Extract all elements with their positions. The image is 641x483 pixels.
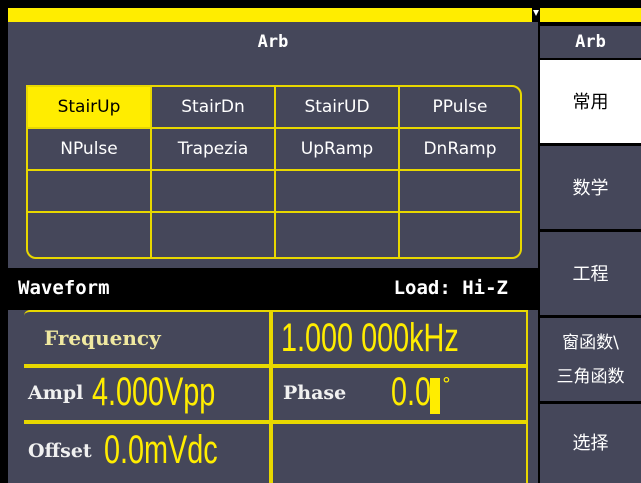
waveform-cell (276, 171, 400, 213)
waveform-cell[interactable]: StairDn (152, 87, 276, 129)
menu-window-label: 窗函数\ (562, 333, 619, 353)
waveform-table: StairUp StairDn StairUD PPulse NPulse Trapezi… (26, 85, 522, 259)
phase-value: 0.0 (391, 370, 432, 414)
waveform-cell[interactable]: NPulse (28, 129, 152, 171)
amplitude-value: 4.000Vpp (92, 370, 216, 414)
frequency-value-cell[interactable]: 1.000 000kHz (271, 310, 528, 366)
top-yellow-bar-right (540, 8, 641, 22)
menu-engineering-label: 工程 (572, 264, 609, 285)
menu-common-button[interactable]: 常用 (540, 60, 641, 146)
empty-param-cell (271, 422, 528, 483)
top-yellow-bar (8, 8, 532, 22)
page-title: Arb (8, 27, 538, 59)
menu-engineering-button[interactable]: 工程 (540, 232, 641, 318)
menu-title: Arb (540, 26, 641, 60)
offset-value: 0.0mVdc (104, 428, 218, 472)
waveform-cell (400, 171, 520, 213)
waveform-cell[interactable]: PPulse (400, 87, 520, 129)
offset-label: Offset (28, 440, 92, 462)
waveform-cell[interactable]: StairUp (28, 87, 152, 129)
waveform-cell[interactable]: DnRamp (400, 129, 520, 171)
amplitude-cell[interactable]: Ampl 4.000Vpp (24, 366, 271, 422)
waveform-cell (400, 213, 520, 257)
waveform-cell (152, 213, 276, 257)
frequency-value: 1.000 000kHz (281, 316, 459, 360)
waveform-cell (276, 213, 400, 257)
waveform-cell (28, 213, 152, 257)
menu-math-label: 数学 (572, 178, 609, 199)
phase-cell[interactable]: Phase 0.0 ° (271, 366, 528, 422)
menu-common-label: 常用 (572, 92, 609, 113)
menu-trig-label: 三角函数 (556, 367, 625, 387)
frequency-cell[interactable]: Frequency (24, 310, 271, 366)
status-bar: Waveform Load: Hi-Z (8, 268, 538, 310)
waveform-label: Waveform (18, 277, 110, 299)
waveform-cell (28, 171, 152, 213)
frequency-label: Frequency (44, 326, 161, 350)
offset-cell[interactable]: Offset 0.0mVdc (24, 422, 271, 483)
menu-math-button[interactable]: 数学 (540, 146, 641, 232)
amplitude-label: Ampl (28, 382, 84, 404)
menu-window-trig-button[interactable]: 窗函数\ 三角函数 (540, 318, 641, 404)
phase-unit: ° (441, 374, 452, 395)
trigger-marker-icon (533, 10, 539, 16)
waveform-cell[interactable]: StairUD (276, 87, 400, 129)
waveform-cell[interactable]: UpRamp (276, 129, 400, 171)
menu-select-button[interactable]: 选择 (540, 404, 641, 483)
phase-label: Phase (283, 382, 347, 404)
menu-select-label: 选择 (572, 433, 609, 454)
waveform-cell[interactable]: Trapezia (152, 129, 276, 171)
phase-cursor (430, 378, 440, 414)
waveform-cell (152, 171, 276, 213)
load-status: Load: Hi-Z (393, 277, 508, 299)
